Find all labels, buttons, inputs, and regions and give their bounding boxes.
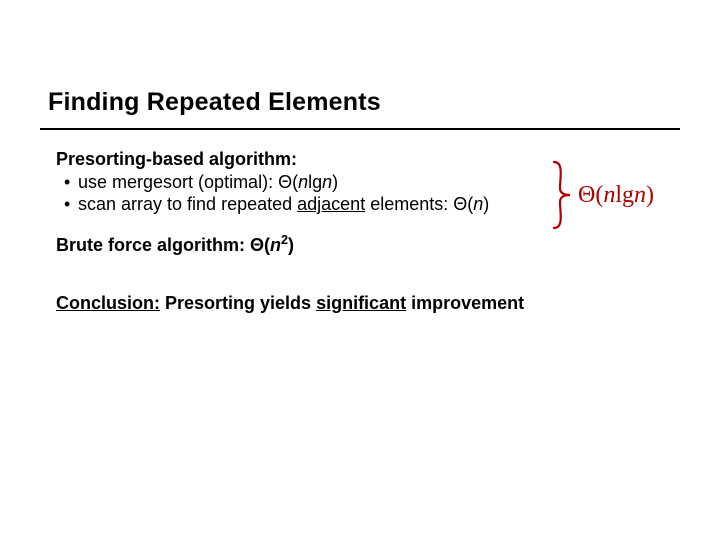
b1-lg: lg [308,172,322,192]
b2-text-pre: scan array to find repeated [78,194,297,214]
b1-n2: n [322,172,332,192]
conclusion-mid1: Presorting yields [160,293,316,313]
bf-post: ) [288,235,294,255]
complexity-annotation: Θ(nlgn) [578,182,654,209]
conclusion-significant: significant [316,293,406,313]
b2-text-mid: elements: Θ( [365,194,473,214]
annot-n2: n [634,182,646,208]
bf-n: n [270,235,281,255]
annot-lg: lg [615,182,634,208]
annot-n1: n [603,182,615,208]
b1-text-pre: use mergesort (optimal): Θ( [78,172,298,192]
bf-exp: 2 [281,233,288,247]
annot-close: ) [646,182,654,208]
b1-text-post: ) [332,172,338,192]
spacer-3 [56,274,676,292]
b2-adjacent: adjacent [297,194,365,214]
conclusion-label: Conclusion: [56,293,160,313]
conclusion-line: Conclusion: Presorting yields significan… [56,292,676,315]
b1-n1: n [298,172,308,192]
bf-pre: Brute force algorithm: Θ( [56,235,270,255]
b2-n: n [473,194,483,214]
slide: Finding Repeated Elements Presorting-bas… [0,0,720,540]
spacer-2 [56,256,676,274]
slide-title: Finding Repeated Elements [48,88,381,117]
section2-bruteforce: Brute force algorithm: Θ(n2) [56,234,676,257]
brace-annotation: Θ(nlgn) [550,160,710,230]
title-rule [40,128,680,130]
b2-text-post: ) [483,194,489,214]
conclusion-mid2: improvement [406,293,524,313]
right-brace-icon [550,160,574,230]
annot-theta: Θ( [578,182,603,208]
